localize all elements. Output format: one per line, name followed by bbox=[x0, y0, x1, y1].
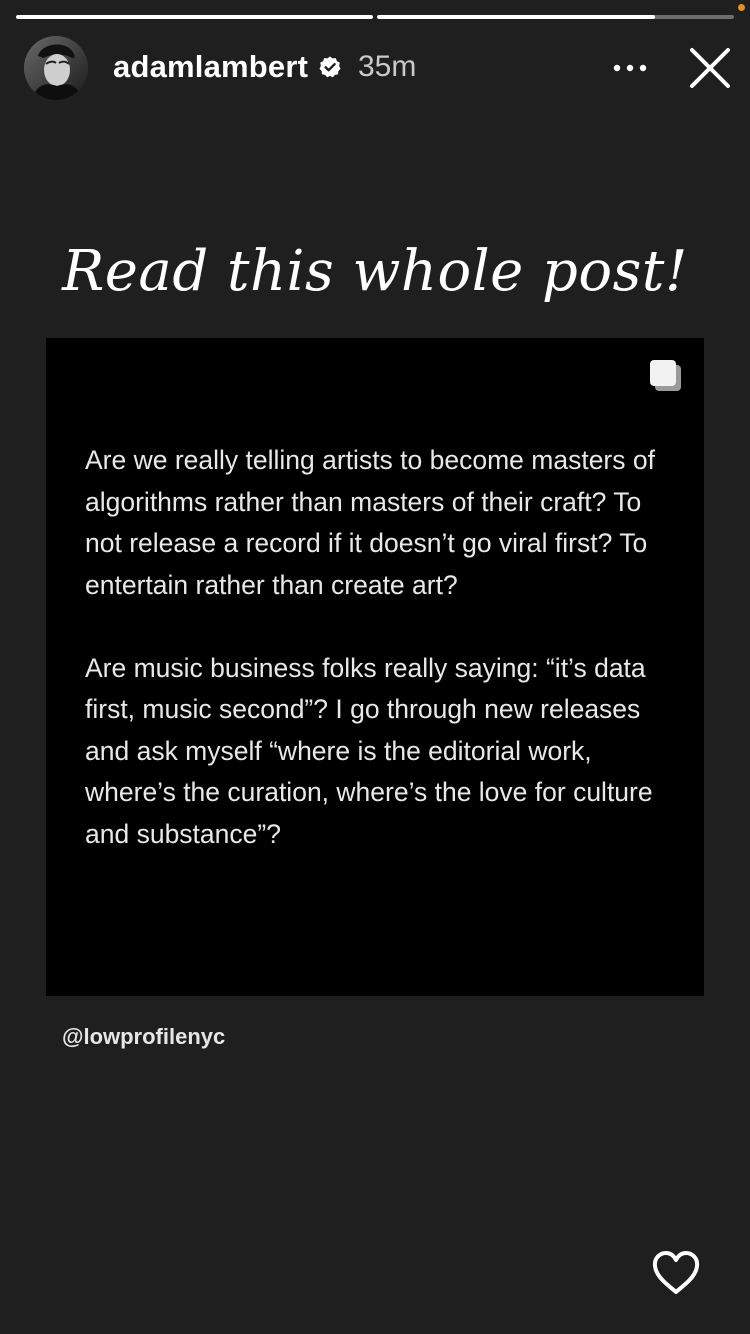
username[interactable]: adamlambert bbox=[113, 47, 308, 87]
avatar-image bbox=[24, 36, 88, 100]
story-headline: Read this whole post! bbox=[62, 239, 688, 304]
status-indicator-dot bbox=[738, 4, 745, 11]
post-text-block: Are we really telling artists to become … bbox=[85, 440, 675, 855]
more-horizontal-icon bbox=[613, 64, 647, 72]
post-paragraph-2: Are music business folks really saying: … bbox=[85, 652, 653, 849]
story-viewer: adamlambert 35m Read this whole post! Ar… bbox=[0, 0, 750, 1334]
carousel-stack-icon bbox=[650, 360, 681, 391]
post-paragraph-1: Are we really telling artists to become … bbox=[85, 445, 655, 600]
close-icon bbox=[690, 48, 730, 88]
story-progress-fill-2 bbox=[377, 15, 656, 19]
shared-post-card[interactable]: Are we really telling artists to become … bbox=[46, 338, 704, 996]
avatar[interactable] bbox=[24, 36, 88, 100]
story-timestamp: 35m bbox=[358, 50, 417, 83]
story-progress-fill-1 bbox=[16, 15, 373, 19]
story-progress-bar-1 bbox=[16, 15, 373, 19]
more-options-button[interactable] bbox=[608, 48, 652, 88]
heart-icon bbox=[652, 1251, 700, 1294]
mention-sticker[interactable]: @lowprofilenyc bbox=[62, 1022, 225, 1052]
like-button[interactable] bbox=[650, 1248, 702, 1298]
close-button[interactable] bbox=[686, 44, 734, 92]
story-progress-bar-2 bbox=[377, 15, 734, 19]
verified-badge-icon bbox=[319, 56, 341, 78]
